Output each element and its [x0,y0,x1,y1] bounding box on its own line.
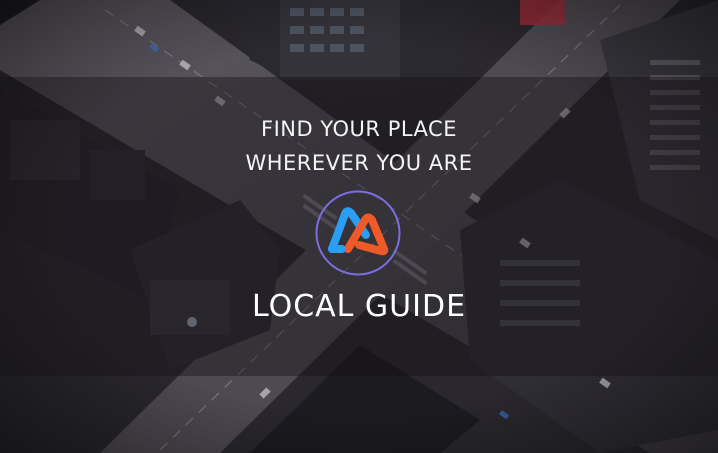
hero-banner: FIND YOUR PLACE WHEREVER YOU ARE LOCAL G… [0,0,718,453]
tagline-line-2: WHEREVER YOU ARE [245,151,473,175]
tagline-line-1: FIND YOUR PLACE [261,117,457,141]
brand-name: LOCAL GUIDE [251,289,467,324]
m-monogram-icon [315,190,401,276]
tagline: FIND YOUR PLACE WHEREVER YOU ARE [0,112,718,180]
